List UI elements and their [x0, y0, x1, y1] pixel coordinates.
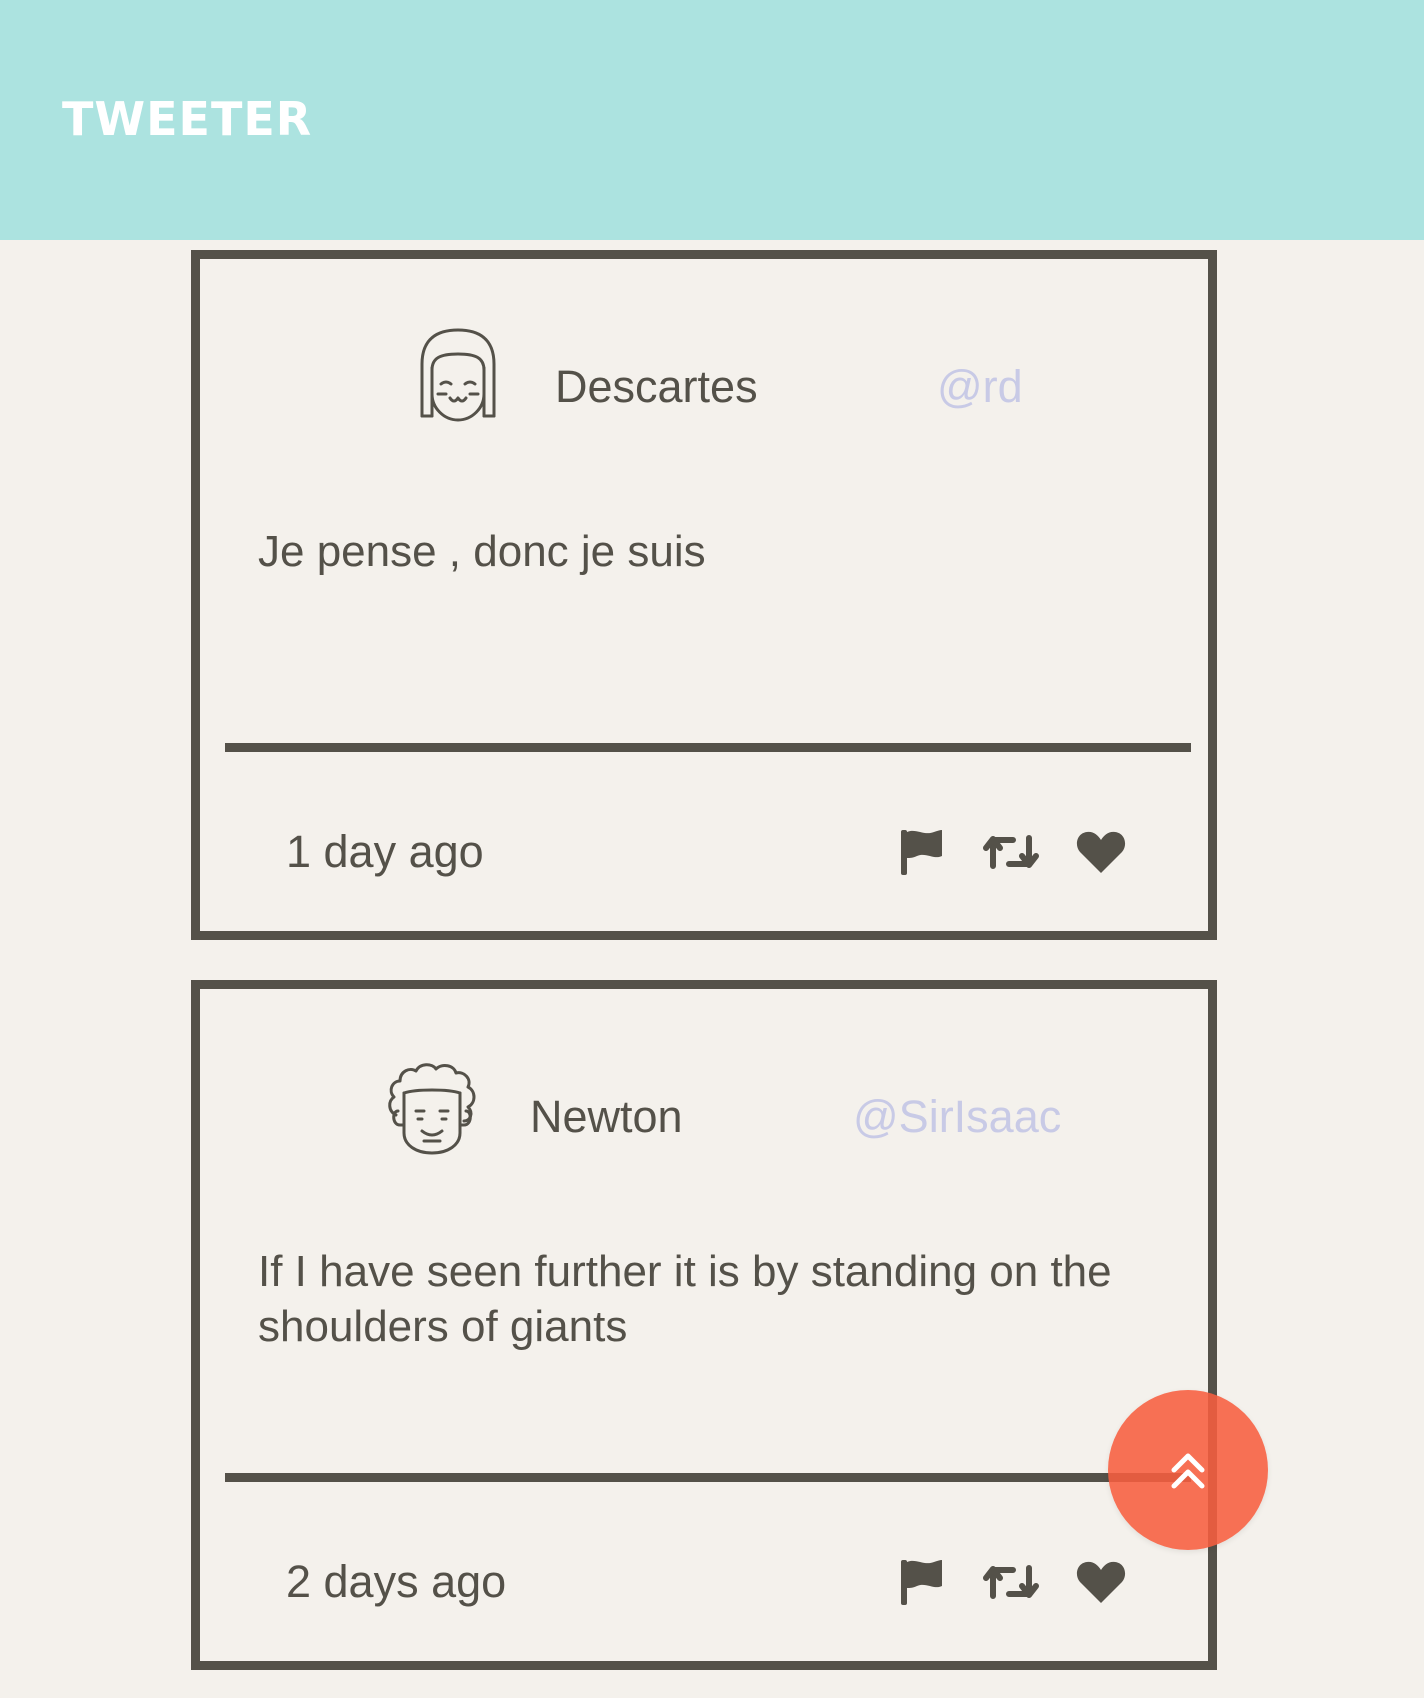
retweet-button[interactable] — [983, 824, 1039, 880]
brand-logo[interactable]: TWEETER — [62, 96, 312, 142]
tweet-actions — [893, 1554, 1129, 1610]
app-header: TWEETER — [0, 0, 1424, 240]
tweet-timestamp: 1 day ago — [286, 826, 484, 877]
tweet-divider — [225, 743, 1191, 752]
page: TWEETER Descartes @rd Je pense , donc je… — [0, 0, 1424, 1698]
tweet-card: Descartes @rd Je pense , donc je suis 1 … — [191, 250, 1217, 940]
scroll-to-top-button[interactable] — [1108, 1390, 1268, 1550]
tweet-timestamp: 2 days ago — [286, 1556, 507, 1607]
retweet-icon — [983, 1565, 1039, 1599]
tweet-text: If I have seen further it is by standing… — [258, 1247, 1112, 1351]
flag-button[interactable] — [893, 824, 949, 880]
flag-icon — [901, 830, 942, 875]
retweet-icon — [983, 835, 1039, 869]
author-handle[interactable]: @rd — [937, 364, 1023, 409]
like-button[interactable] — [1073, 824, 1129, 880]
girl-face-avatar-icon — [412, 324, 504, 424]
curly-hair-face-avatar-icon — [386, 1059, 478, 1159]
tweet-text: Je pense , donc je suis — [258, 527, 706, 576]
double-chevron-up-icon — [1171, 1453, 1205, 1489]
retweet-button[interactable] — [983, 1554, 1039, 1610]
tweet-card: Newton @SirIsaac If I have seen further … — [191, 980, 1217, 1670]
author-name[interactable]: Newton — [530, 1094, 683, 1139]
flag-icon — [901, 1560, 942, 1605]
heart-icon — [1076, 1561, 1126, 1603]
tweet-divider — [225, 1473, 1191, 1482]
heart-icon — [1076, 831, 1126, 873]
like-button[interactable] — [1073, 1554, 1129, 1610]
author-handle[interactable]: @SirIsaac — [853, 1094, 1061, 1139]
flag-button[interactable] — [893, 1554, 949, 1610]
tweet-actions — [893, 824, 1129, 880]
author-name[interactable]: Descartes — [555, 364, 758, 409]
